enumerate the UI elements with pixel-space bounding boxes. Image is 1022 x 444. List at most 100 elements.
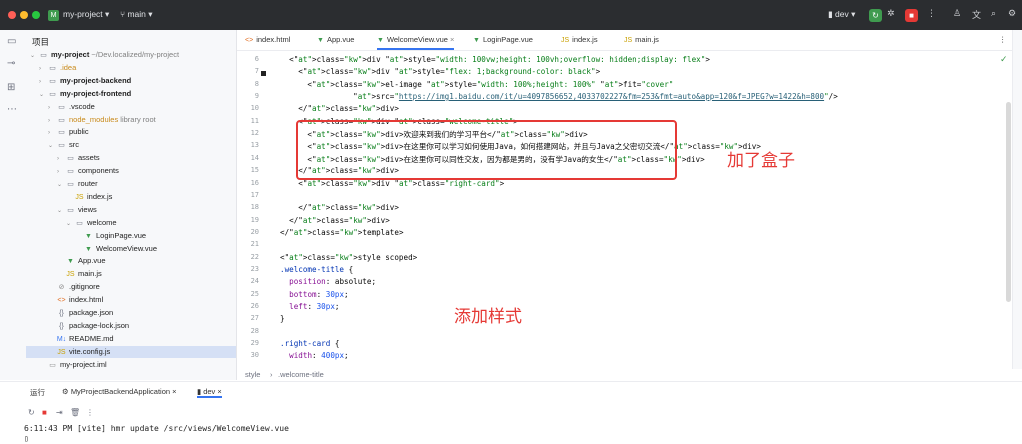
editor-tab-label: App.vue (326, 35, 355, 44)
tree-item[interactable]: <> index.html (26, 294, 236, 306)
stop-button[interactable]: ■ (905, 9, 918, 22)
code-line[interactable]: <"at">class="kw">div "at">style="flex: 1… (280, 67, 600, 76)
code-line[interactable]: </"at">class="kw">div> (280, 216, 390, 225)
breadcrumb-item-selector[interactable]: .welcome-title (278, 370, 324, 379)
structure-icon[interactable]: ⊞ (7, 82, 15, 93)
code-line[interactable]: </"at">class="kw">template> (280, 228, 404, 237)
code-line[interactable]: .welcome-title { (280, 265, 353, 274)
chevron-down-icon[interactable]: ⌄ (39, 89, 47, 101)
editor-tab[interactable]: ▼ LoginPage.vue (473, 30, 533, 50)
chevron-down-icon[interactable]: ⌄ (57, 179, 65, 191)
tree-item[interactable]: ⌄ ▭ src (26, 139, 236, 151)
bookmarks-icon[interactable]: ⋯ (7, 104, 17, 115)
run-panel: 运行 ⚙ MyProjectBackendApplication × ▮ dev… (0, 381, 1022, 444)
code-line[interactable]: <"at">class="kw">el-image "at">style="wi… (280, 80, 673, 89)
tree-item[interactable]: {} package-lock.json (26, 320, 236, 332)
tree-item[interactable]: JS main.js (26, 268, 236, 280)
editor-tab[interactable]: <> index.html (245, 30, 290, 50)
editor-tab[interactable]: ▼ WelcomeView.vue × (377, 30, 455, 50)
editor-tab[interactable]: JS main.js (624, 30, 659, 50)
zoom-window-button[interactable] (32, 11, 40, 19)
branch-switcher[interactable]: ⑂ main ▾ (120, 9, 153, 20)
inspection-ok-icon[interactable]: ✓ (1000, 54, 1008, 65)
code-line[interactable]: <"at">class="kw">style scoped> (280, 253, 417, 262)
code-line[interactable]: width: 400px; (280, 351, 348, 360)
tree-item[interactable]: › ▭ .vscode (26, 101, 236, 113)
tree-item[interactable]: › ▭ components (26, 165, 236, 177)
code-line[interactable]: } (280, 314, 285, 323)
chevron-right-icon[interactable]: › (48, 127, 56, 139)
tree-item[interactable]: JS vite.config.js (26, 345, 236, 358)
tabs-more-icon[interactable]: ⋮ (999, 30, 1007, 50)
tree-item[interactable]: ⌄ ▭ my-project ~/Dev.localized/my-project (26, 49, 236, 61)
folder-icon: ▭ (49, 90, 56, 98)
search-icon[interactable]: ⌕ (991, 8, 996, 19)
tree-item[interactable]: ⌄ ▭ my-project-frontend (26, 88, 236, 100)
tree-item[interactable]: ⌄ ▭ router (26, 178, 236, 190)
folder-icon[interactable]: ▭ (7, 36, 16, 47)
chevron-right-icon[interactable]: › (39, 76, 47, 88)
clear-icon[interactable]: ⇥ (56, 408, 63, 417)
close-tab-icon[interactable]: × (448, 35, 454, 44)
project-switcher[interactable]: my-project ▾ (63, 9, 109, 20)
chevron-down-icon[interactable]: ⌄ (30, 50, 38, 62)
tree-item[interactable]: › ▭ .idea (26, 62, 236, 74)
breadcrumb-item-style[interactable]: style (245, 370, 260, 379)
trash-icon[interactable]: 🗑 (70, 408, 80, 417)
close-window-button[interactable] (8, 11, 16, 19)
tree-item[interactable]: ⌄ ▭ welcome (26, 217, 236, 229)
editor-scrollbar[interactable] (1006, 102, 1011, 302)
editor-tab[interactable]: ▼ App.vue (317, 30, 354, 50)
code-line[interactable]: left: 30px; (280, 302, 339, 311)
tree-item[interactable]: ⌄ ▭ views (26, 204, 236, 216)
chevron-right-icon[interactable]: › (48, 102, 56, 114)
tree-item[interactable]: › ▭ my-project-backend (26, 75, 236, 87)
code-line[interactable]: position: absolute; (280, 277, 376, 286)
chevron-down-icon[interactable]: ⌄ (57, 205, 65, 217)
account-icon[interactable]: ♙ (953, 8, 961, 19)
tree-item[interactable]: M↓ README.md (26, 333, 236, 345)
tree-item[interactable]: JS index.js (26, 191, 236, 203)
commit-icon[interactable]: ⊸ (7, 58, 15, 69)
code-editor[interactable]: 6 <"at">class="kw">div "at">style="width… (237, 51, 1022, 369)
tree-item[interactable]: ▼ App.vue (26, 255, 236, 267)
tree-item[interactable]: ▭ my-project.iml (26, 359, 236, 371)
more-actions-icon[interactable]: ⋮ (927, 8, 936, 19)
tree-item-label: App.vue (78, 256, 106, 266)
tree-item[interactable]: {} package.json (26, 307, 236, 319)
minimize-window-button[interactable] (20, 11, 28, 19)
run-config-selector[interactable]: ▮ dev ▾ (828, 9, 855, 20)
chevron-right-icon[interactable]: › (48, 115, 56, 127)
settings-gear-icon[interactable]: ⚙ (1008, 8, 1016, 19)
chevron-right-icon[interactable]: › (39, 63, 47, 75)
line-number: 29 (250, 339, 259, 348)
chevron-right-icon[interactable]: › (57, 153, 65, 165)
chevron-down-icon[interactable]: ⌄ (66, 218, 74, 230)
translate-icon[interactable]: 文 (972, 8, 981, 21)
editor-tab[interactable]: JS index.js (561, 30, 598, 50)
breakpoint-marker[interactable] (261, 71, 266, 76)
code-line[interactable]: bottom: 30px; (280, 290, 348, 299)
rerun-icon[interactable]: ↻ (28, 408, 35, 417)
stop-icon[interactable]: ■ (42, 408, 47, 417)
tree-item[interactable]: ▼ LoginPage.vue (26, 230, 236, 242)
rerun-button[interactable]: ↻ (869, 9, 882, 22)
more-icon[interactable]: ⋮ (86, 408, 94, 417)
run-tab-dev[interactable]: ▮ dev × (197, 387, 222, 398)
console-cursor[interactable]: ▯ (24, 434, 29, 443)
code-line[interactable]: <"at">class="kw">div "at">style="width: … (280, 55, 710, 64)
code-line[interactable]: .right-card { (280, 339, 339, 348)
code-line[interactable]: "at">src="https://img1.baidu.com/it/u=40… (280, 92, 838, 101)
tree-item[interactable]: › ▭ assets (26, 152, 236, 164)
tree-item[interactable]: › ▭ node_modules library root (26, 114, 236, 126)
code-line[interactable]: </"at">class="kw">div> (280, 203, 399, 212)
tree-item[interactable]: ▼ WelcomeView.vue (26, 243, 236, 255)
chevron-down-icon[interactable]: ⌄ (48, 140, 56, 152)
debug-icon[interactable]: ✲ (887, 8, 895, 19)
run-tab-backend[interactable]: ⚙ MyProjectBackendApplication × (62, 387, 177, 396)
tree-item-label: src (69, 140, 79, 150)
tree-item[interactable]: ⊘ .gitignore (26, 281, 236, 293)
chevron-right-icon[interactable]: › (57, 166, 65, 178)
code-line[interactable]: </"at">class="kw">div> (280, 104, 399, 113)
tree-item[interactable]: › ▭ public (26, 126, 236, 138)
